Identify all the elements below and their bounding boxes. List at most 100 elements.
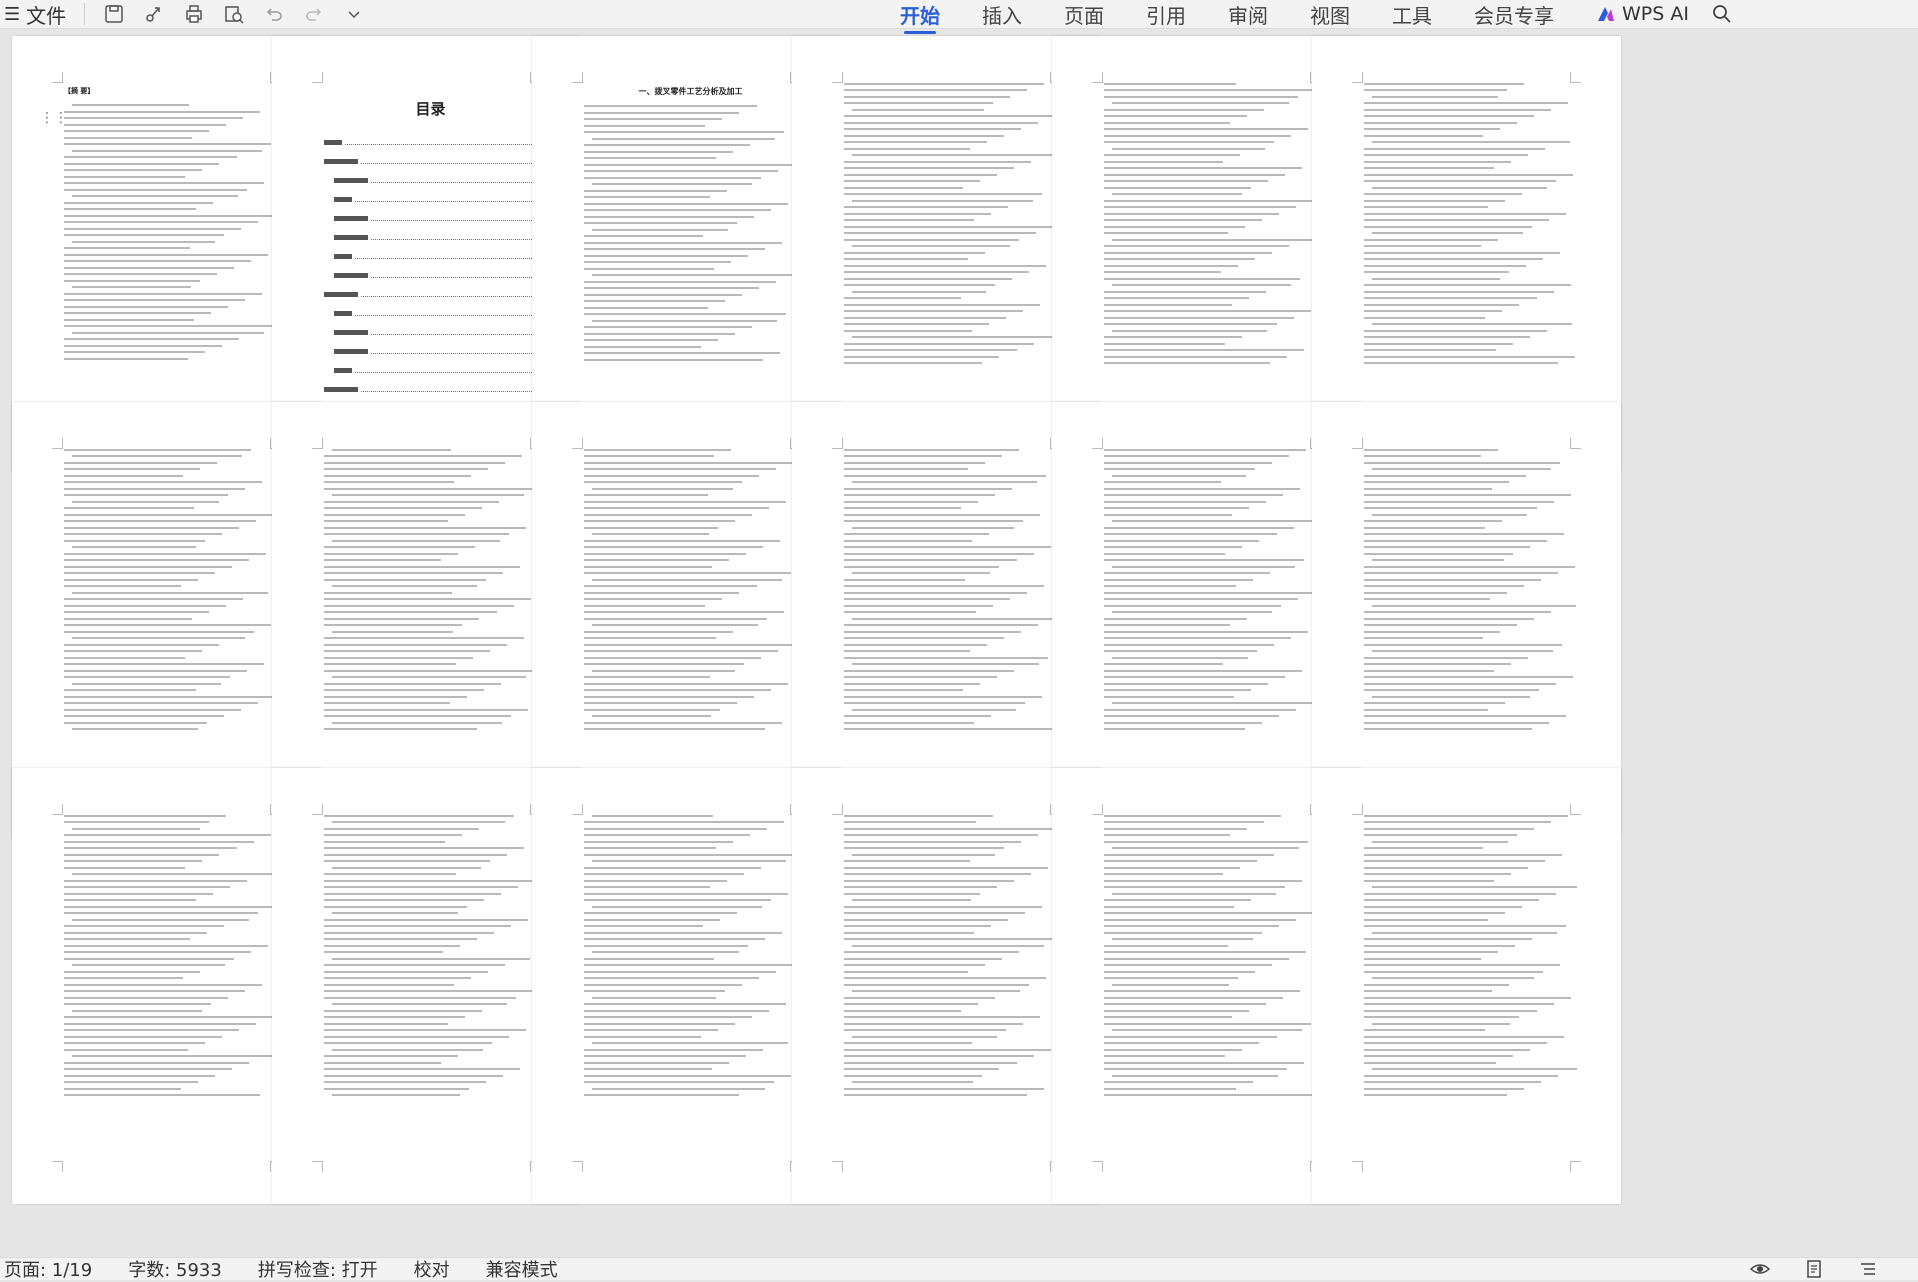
- text-line: [1104, 637, 1292, 639]
- file-menu-button[interactable]: ☰ 文件: [0, 0, 66, 29]
- toc-row[interactable]: [324, 247, 537, 266]
- tab-insert[interactable]: 插入: [982, 0, 1022, 29]
- document-page[interactable]: [1312, 768, 1621, 1204]
- page-body: [844, 78, 1057, 424]
- print-icon[interactable]: [183, 3, 205, 25]
- text-line: [844, 134, 1004, 137]
- text-line: [844, 1029, 1006, 1031]
- tab-view[interactable]: 视图: [1310, 0, 1350, 29]
- text-line: [332, 821, 505, 823]
- text-line: [1372, 931, 1558, 934]
- print-preview-icon[interactable]: [223, 3, 245, 25]
- text-line: [64, 565, 233, 568]
- chevron-down-icon[interactable]: [343, 3, 365, 25]
- document-canvas[interactable]: ⋮⋮【摘 要】海量机械资料/图纸，尽在网 www.ysh3d.com目录海量机械…: [0, 29, 1918, 1257]
- text-line: [64, 860, 203, 862]
- tab-page[interactable]: 页面: [1064, 0, 1104, 29]
- text-line: [844, 147, 970, 150]
- page-margin-mark: [52, 1161, 63, 1172]
- toc-row[interactable]: [324, 285, 537, 304]
- toc-row[interactable]: [324, 171, 537, 190]
- toc-row[interactable]: [324, 209, 537, 228]
- text-line: [844, 349, 1017, 351]
- toc-leader: [371, 217, 534, 221]
- undo-icon[interactable]: [263, 3, 285, 25]
- redo-icon[interactable]: [303, 3, 325, 25]
- text-line: [1372, 468, 1551, 470]
- text-line: [324, 905, 467, 908]
- text-line: [852, 899, 972, 901]
- tab-home[interactable]: 开始: [900, 0, 940, 34]
- text-line: [64, 539, 205, 542]
- page-body: [844, 810, 1057, 1156]
- word-count[interactable]: 字数: 5933: [128, 1256, 222, 1282]
- toc-row[interactable]: [324, 361, 537, 380]
- text-line: [1104, 134, 1292, 137]
- spellcheck-toggle[interactable]: 拼写检查: 打开: [258, 1256, 378, 1282]
- page-margin-mark: [832, 1161, 843, 1172]
- text-line: [64, 905, 275, 908]
- share-icon[interactable]: [143, 3, 165, 25]
- text-line: [1364, 598, 1490, 600]
- page-heading: 一、拨叉零件工艺分析及加工: [638, 86, 743, 96]
- text-line: [584, 474, 759, 477]
- text-line: [64, 669, 248, 672]
- text-line: [324, 578, 486, 581]
- text-line: [1104, 546, 1243, 548]
- text-line: [64, 1016, 273, 1018]
- page-indicator[interactable]: 页面: 1/19: [4, 1256, 92, 1282]
- tab-review[interactable]: 审阅: [1228, 0, 1268, 29]
- text-line: [1112, 238, 1315, 241]
- text-line: [1364, 225, 1533, 228]
- text-line: [1364, 82, 1524, 85]
- text-line: [592, 669, 735, 672]
- toc-row[interactable]: [324, 323, 537, 342]
- hamburger-icon: ☰: [4, 3, 21, 25]
- text-line: [1104, 115, 1247, 117]
- text-line: [1372, 1022, 1511, 1025]
- tab-member[interactable]: 会员专享: [1474, 0, 1554, 29]
- text-line: [1112, 938, 1253, 940]
- toc-row[interactable]: [324, 304, 537, 323]
- text-line: [64, 951, 252, 953]
- page-view-icon[interactable]: [1804, 1259, 1824, 1279]
- text-line: [584, 682, 789, 685]
- eye-icon[interactable]: [1750, 1259, 1770, 1279]
- text-line: [1104, 873, 1224, 875]
- text-line: [584, 339, 719, 341]
- search-icon[interactable]: [1711, 3, 1733, 25]
- text-line: [324, 925, 512, 927]
- toc-row[interactable]: [324, 152, 537, 171]
- text-line: [1364, 663, 1511, 665]
- save-icon[interactable]: [103, 3, 125, 25]
- toc-row[interactable]: [324, 380, 537, 399]
- page-margin-mark: [1352, 72, 1363, 83]
- toc-leader: [371, 236, 534, 240]
- toc-row[interactable]: [324, 133, 537, 152]
- wps-ai-button[interactable]: WPS AI: [1596, 3, 1689, 25]
- text-line: [64, 676, 231, 678]
- text-line: [1104, 912, 1313, 914]
- page-margin-mark: [312, 804, 323, 815]
- page-margin-mark: [1092, 804, 1103, 815]
- text-line: [1364, 546, 1531, 548]
- text-line: [852, 1081, 974, 1083]
- toc-row[interactable]: [324, 266, 537, 285]
- text-line: [844, 225, 1053, 228]
- text-line: [1364, 944, 1516, 947]
- proofread-button[interactable]: 校对: [414, 1256, 450, 1282]
- tab-references[interactable]: 引用: [1146, 0, 1186, 29]
- toc-row[interactable]: [324, 342, 537, 361]
- text-line: [1104, 970, 1256, 973]
- text-line: [592, 183, 752, 185]
- toc-row[interactable]: [324, 190, 537, 209]
- text-line: [64, 156, 237, 158]
- text-line: [64, 1094, 260, 1096]
- outline-view-icon[interactable]: [1858, 1259, 1878, 1279]
- text-line: [592, 1087, 765, 1090]
- tab-tools[interactable]: 工具: [1392, 0, 1432, 29]
- toc-row[interactable]: [324, 228, 537, 247]
- text-line: [1104, 277, 1300, 280]
- page-margin-mark: [832, 72, 843, 83]
- text-line: [844, 329, 972, 332]
